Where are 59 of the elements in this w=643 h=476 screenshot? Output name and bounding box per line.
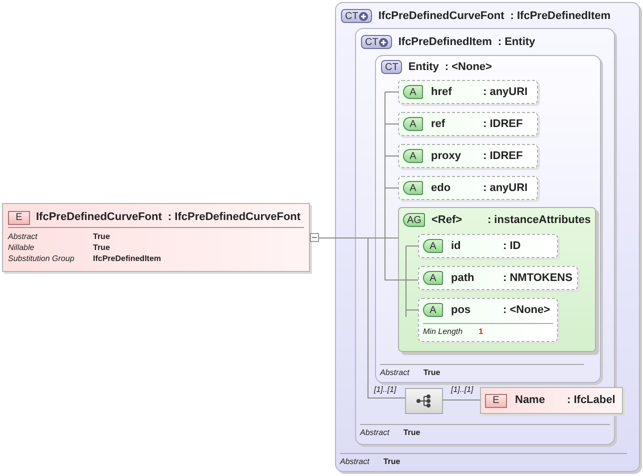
property-value: True [403,426,420,438]
type-base: : <None> [444,60,492,75]
attribute-badge: A [403,181,423,195]
attribute-badge: A [423,239,443,253]
property-value: True [93,230,110,242]
property-label: Abstract [340,456,370,468]
attribute-name: path [451,270,476,286]
type-name: Entity [408,60,439,75]
attribute-type: : <None> [503,302,550,318]
attribute-group-name: <Ref> [431,212,464,228]
attribute-name: id [451,238,462,254]
element-type: : IfcPreDefinedCurveFont [168,210,301,226]
facet-value: 1 [478,326,484,338]
property-value: True [383,456,400,468]
facet-label: Min Length [423,326,463,338]
attribute-type: : anyURI [483,180,528,196]
attribute-name: ref [431,116,446,132]
attribute-badge: A [423,271,443,285]
attribute-badge: A [423,303,443,317]
complex-type-badge: CT [341,9,372,23]
type-base: : Entity [498,34,536,50]
attribute-badge: A [403,117,423,131]
attribute-name: proxy [431,148,462,164]
type-name: IfcPreDefinedItem [398,34,492,50]
element-type: : IfcLabel [567,393,616,408]
attribute-name: pos [451,302,472,318]
attribute-badge: A [403,85,423,99]
property-label: Substitution Group [8,252,76,264]
collapse-icon[interactable] [310,233,319,242]
type-name: IfcPreDefinedCurveFont [378,8,504,24]
attribute-type: : IDREF [483,148,523,164]
plus-icon [379,38,388,46]
attribute-type: : NMTOKENS [503,270,572,286]
attribute-type: : anyURI [483,84,528,100]
attribute-name: href [431,84,453,100]
sequence-icon [416,394,432,408]
attribute-name: edo [431,180,452,196]
attribute-badge: A [403,149,423,163]
property-value: True [423,366,440,378]
property-label: Abstract [380,366,410,378]
element-badge: E [485,394,507,408]
element-name: Name [515,393,546,408]
complex-type-badge: CT [361,35,392,49]
property-label: Nillable [8,242,36,254]
property-label: Abstract [360,426,390,438]
type-base: : IfcPreDefinedItem [510,8,611,24]
attribute-type: : ID [503,238,521,254]
plus-icon [359,12,368,20]
property-label: Abstract [8,230,38,242]
cardinality-label: [1]..[1] [374,385,396,395]
attribute-type: : IDREF [483,116,523,132]
element-name: IfcPreDefinedCurveFont [36,210,162,226]
cardinality-label: [1]..[1] [451,385,474,395]
attribute-group-type: : instanceAttributes [487,212,591,228]
element-badge: E [8,210,30,224]
property-value: True [93,242,110,254]
property-value: IfcPreDefinedItem [93,252,162,264]
attribute-group-badge: AG [403,213,426,227]
complex-type-badge: CT [381,60,402,74]
